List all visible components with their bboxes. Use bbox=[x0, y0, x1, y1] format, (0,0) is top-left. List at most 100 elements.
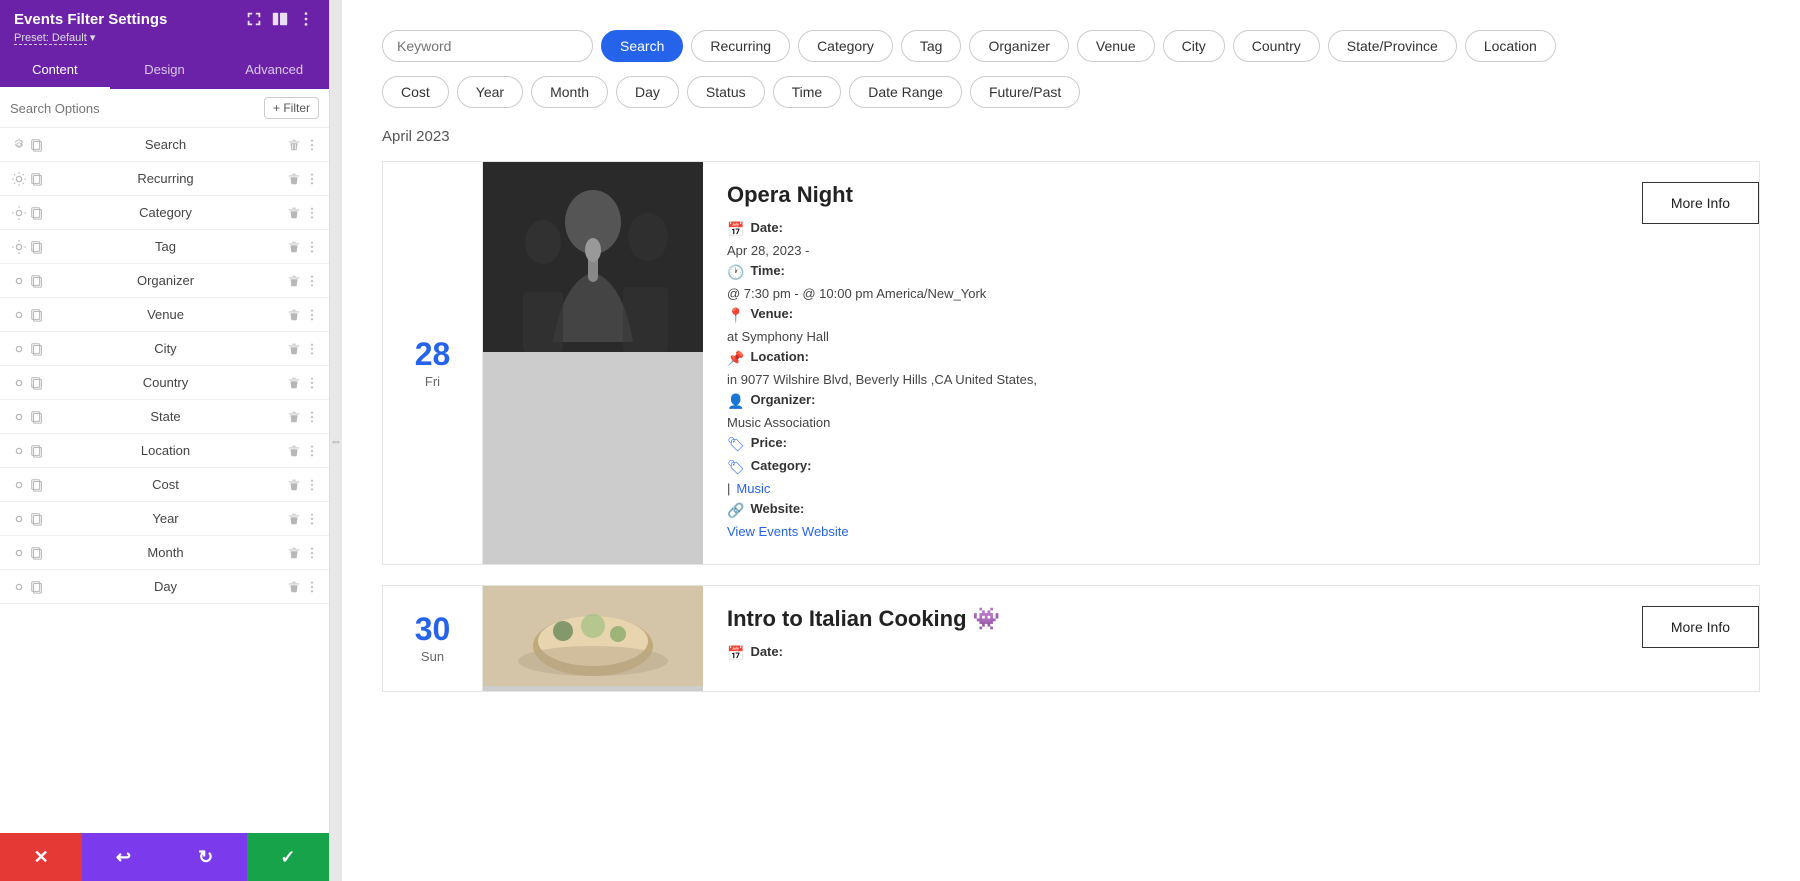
copy-icon[interactable] bbox=[30, 342, 44, 356]
trash-icon[interactable] bbox=[287, 478, 301, 492]
copy-icon[interactable] bbox=[30, 478, 44, 492]
trash-icon[interactable] bbox=[287, 274, 301, 288]
trash-icon[interactable] bbox=[287, 512, 301, 526]
save-button[interactable]: ✓ bbox=[247, 833, 329, 881]
copy-icon[interactable] bbox=[30, 410, 44, 424]
category-pipe: | bbox=[727, 481, 730, 496]
pill-search[interactable]: Search bbox=[601, 30, 683, 62]
pill-organizer[interactable]: Organizer bbox=[969, 30, 1068, 62]
dots-icon[interactable] bbox=[305, 444, 319, 458]
copy-icon[interactable] bbox=[30, 308, 44, 322]
pill-state-province[interactable]: State/Province bbox=[1328, 30, 1457, 62]
tab-content[interactable]: Content bbox=[0, 52, 110, 89]
dots-icon[interactable] bbox=[305, 206, 319, 220]
copy-icon[interactable] bbox=[30, 172, 44, 186]
copy-icon[interactable] bbox=[30, 206, 44, 220]
gear-icon[interactable] bbox=[12, 478, 26, 492]
gear-icon[interactable] bbox=[12, 138, 26, 152]
pill-recurring[interactable]: Recurring bbox=[691, 30, 790, 62]
undo-button[interactable]: ↩ bbox=[82, 833, 164, 881]
trash-icon[interactable] bbox=[287, 172, 301, 186]
trash-icon[interactable] bbox=[287, 342, 301, 356]
copy-icon[interactable] bbox=[30, 138, 44, 152]
gear-icon[interactable] bbox=[12, 240, 26, 254]
dots-icon[interactable] bbox=[305, 342, 319, 356]
event-meta-organizer: 👤 Organizer: bbox=[727, 392, 1598, 410]
columns-icon[interactable] bbox=[271, 10, 289, 28]
more-info-button-cooking[interactable]: More Info bbox=[1642, 606, 1759, 648]
dots-icon[interactable] bbox=[305, 138, 319, 152]
copy-icon[interactable] bbox=[30, 240, 44, 254]
trash-icon[interactable] bbox=[287, 308, 301, 322]
gear-icon[interactable] bbox=[12, 512, 26, 526]
filter-button[interactable]: + Filter bbox=[264, 97, 319, 119]
redo-button[interactable]: ↻ bbox=[165, 833, 247, 881]
copy-icon[interactable] bbox=[30, 512, 44, 526]
pill-cost[interactable]: Cost bbox=[382, 76, 449, 108]
trash-icon[interactable] bbox=[287, 240, 301, 254]
gear-icon[interactable] bbox=[12, 546, 26, 560]
pill-category[interactable]: Category bbox=[798, 30, 893, 62]
gear-icon[interactable] bbox=[12, 444, 26, 458]
pill-city[interactable]: City bbox=[1163, 30, 1225, 62]
dots-icon[interactable] bbox=[305, 546, 319, 560]
pill-location[interactable]: Location bbox=[1465, 30, 1556, 62]
pill-year[interactable]: Year bbox=[457, 76, 523, 108]
keyword-input[interactable] bbox=[382, 30, 593, 62]
trash-icon[interactable] bbox=[287, 376, 301, 390]
trash-icon[interactable] bbox=[287, 206, 301, 220]
more-options-icon[interactable] bbox=[297, 10, 315, 28]
gear-icon[interactable] bbox=[12, 274, 26, 288]
dots-icon[interactable] bbox=[305, 172, 319, 186]
cancel-button[interactable]: ✕ bbox=[0, 833, 82, 881]
event-card-opera: 28 Fri bbox=[382, 161, 1760, 565]
resize-handle[interactable]: ⇔ bbox=[330, 0, 342, 881]
calendar-icon: 📅 bbox=[727, 221, 744, 238]
pill-time[interactable]: Time bbox=[773, 76, 842, 108]
gear-icon[interactable] bbox=[12, 206, 26, 220]
dots-icon[interactable] bbox=[305, 308, 319, 322]
pill-status[interactable]: Status bbox=[687, 76, 765, 108]
event-card-cooking: 30 Sun Intro to Italian Cooking 👾 bbox=[382, 585, 1760, 692]
gear-icon[interactable] bbox=[12, 342, 26, 356]
gear-icon[interactable] bbox=[12, 172, 26, 186]
search-options-input[interactable] bbox=[10, 101, 258, 116]
copy-icon[interactable] bbox=[30, 546, 44, 560]
website-link[interactable]: View Events Website bbox=[727, 524, 849, 539]
pill-day[interactable]: Day bbox=[616, 76, 679, 108]
trash-icon[interactable] bbox=[287, 444, 301, 458]
clock-icon: 🕐 bbox=[727, 264, 744, 281]
dots-icon[interactable] bbox=[305, 274, 319, 288]
tab-design[interactable]: Design bbox=[110, 52, 220, 89]
dots-icon[interactable] bbox=[305, 580, 319, 594]
gear-icon[interactable] bbox=[12, 580, 26, 594]
sidebar-preset[interactable]: Preset: Default ▾ bbox=[14, 31, 315, 44]
dots-icon[interactable] bbox=[305, 478, 319, 492]
tab-advanced[interactable]: Advanced bbox=[219, 52, 329, 89]
copy-icon[interactable] bbox=[30, 580, 44, 594]
pill-tag[interactable]: Tag bbox=[901, 30, 962, 62]
trash-icon[interactable] bbox=[287, 410, 301, 424]
month-label: April 2023 bbox=[382, 128, 1760, 145]
pill-month[interactable]: Month bbox=[531, 76, 608, 108]
dots-icon[interactable] bbox=[305, 240, 319, 254]
trash-icon[interactable] bbox=[287, 580, 301, 594]
copy-icon[interactable] bbox=[30, 376, 44, 390]
trash-icon[interactable] bbox=[287, 138, 301, 152]
pill-venue[interactable]: Venue bbox=[1077, 30, 1155, 62]
copy-icon[interactable] bbox=[30, 444, 44, 458]
more-info-button-opera[interactable]: More Info bbox=[1642, 182, 1759, 224]
pill-future-past[interactable]: Future/Past bbox=[970, 76, 1080, 108]
gear-icon[interactable] bbox=[12, 308, 26, 322]
copy-icon[interactable] bbox=[30, 274, 44, 288]
dots-icon[interactable] bbox=[305, 512, 319, 526]
trash-icon[interactable] bbox=[287, 546, 301, 560]
pill-country[interactable]: Country bbox=[1233, 30, 1320, 62]
expand-icon[interactable] bbox=[245, 10, 263, 28]
dots-icon[interactable] bbox=[305, 376, 319, 390]
gear-icon[interactable] bbox=[12, 410, 26, 424]
dots-icon[interactable] bbox=[305, 410, 319, 424]
pill-date-range[interactable]: Date Range bbox=[849, 76, 962, 108]
category-link[interactable]: Music bbox=[736, 481, 770, 496]
gear-icon[interactable] bbox=[12, 376, 26, 390]
